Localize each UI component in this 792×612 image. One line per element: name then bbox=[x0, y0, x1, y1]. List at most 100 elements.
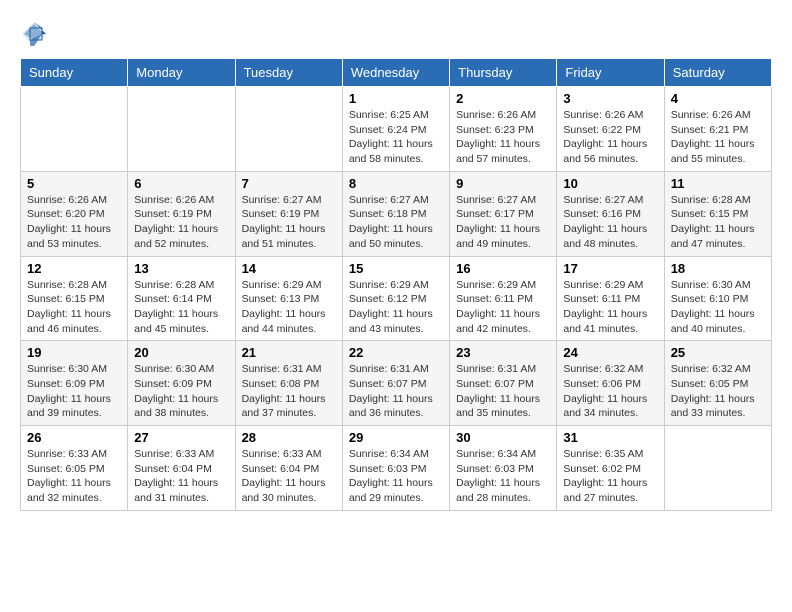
day-info: Sunrise: 6:28 AM Sunset: 6:14 PM Dayligh… bbox=[134, 278, 228, 337]
logo bbox=[20, 20, 52, 48]
day-info: Sunrise: 6:27 AM Sunset: 6:16 PM Dayligh… bbox=[563, 193, 657, 252]
calendar-cell: 1Sunrise: 6:25 AM Sunset: 6:24 PM Daylig… bbox=[342, 87, 449, 172]
calendar-header-row: SundayMondayTuesdayWednesdayThursdayFrid… bbox=[21, 59, 772, 87]
calendar-cell: 13 Sunrise: 6:28 AM Sunset: 6:14 PM Dayli… bbox=[128, 256, 235, 341]
day-number: 22 bbox=[349, 345, 443, 360]
day-number: 27 bbox=[134, 430, 228, 445]
calendar-cell: 5 Sunrise: 6:26 AM Sunset: 6:20 PM Daylig… bbox=[21, 171, 128, 256]
day-number: 26 bbox=[27, 430, 121, 445]
calendar-cell bbox=[235, 87, 342, 172]
day-info: Sunrise: 6:30 AM Sunset: 6:10 PM Dayligh… bbox=[671, 278, 765, 337]
day-info: Sunrise: 6:33 AM Sunset: 6:05 PM Dayligh… bbox=[27, 447, 121, 506]
day-info: Sunrise: 6:26 AM Sunset: 6:22 PM Dayligh… bbox=[563, 108, 657, 167]
calendar-cell: 12Sunrise: 6:28 AM Sunset: 6:15 PM Dayli… bbox=[21, 256, 128, 341]
calendar-cell: 27 Sunrise: 6:33 AM Sunset: 6:04 PM Dayli… bbox=[128, 426, 235, 511]
calendar-cell: 24 Sunrise: 6:32 AM Sunset: 6:06 PM Dayli… bbox=[557, 341, 664, 426]
day-number: 10 bbox=[563, 176, 657, 191]
calendar-cell: 15Sunrise: 6:29 AM Sunset: 6:12 PM Dayli… bbox=[342, 256, 449, 341]
day-number: 6 bbox=[134, 176, 228, 191]
calendar-cell bbox=[664, 426, 771, 511]
col-header-friday: Friday bbox=[557, 59, 664, 87]
day-info: Sunrise: 6:29 AM Sunset: 6:11 PM Dayligh… bbox=[563, 278, 657, 337]
day-info: Sunrise: 6:31 AM Sunset: 6:07 PM Dayligh… bbox=[456, 362, 550, 421]
calendar-week-5: 26 Sunrise: 6:33 AM Sunset: 6:05 PM Dayli… bbox=[21, 426, 772, 511]
day-number: 17 bbox=[563, 261, 657, 276]
col-header-monday: Monday bbox=[128, 59, 235, 87]
calendar-cell: 4 Sunrise: 6:26 AM Sunset: 6:21 PM Daylig… bbox=[664, 87, 771, 172]
day-number: 28 bbox=[242, 430, 336, 445]
day-number: 16 bbox=[456, 261, 550, 276]
day-number: 9 bbox=[456, 176, 550, 191]
day-info: Sunrise: 6:29 AM Sunset: 6:12 PM Dayligh… bbox=[349, 278, 443, 337]
day-info: Sunrise: 6:26 AM Sunset: 6:21 PM Dayligh… bbox=[671, 108, 765, 167]
calendar-cell: 29 Sunrise: 6:34 AM Sunset: 6:03 PM Dayli… bbox=[342, 426, 449, 511]
col-header-wednesday: Wednesday bbox=[342, 59, 449, 87]
calendar-cell: 22 Sunrise: 6:31 AM Sunset: 6:07 PM Dayli… bbox=[342, 341, 449, 426]
calendar-cell: 31Sunrise: 6:35 AM Sunset: 6:02 PM Dayli… bbox=[557, 426, 664, 511]
calendar-cell bbox=[128, 87, 235, 172]
day-number: 14 bbox=[242, 261, 336, 276]
day-number: 4 bbox=[671, 91, 765, 106]
day-number: 13 bbox=[134, 261, 228, 276]
day-number: 24 bbox=[563, 345, 657, 360]
calendar-cell: 16 Sunrise: 6:29 AM Sunset: 6:11 PM Dayli… bbox=[450, 256, 557, 341]
day-number: 30 bbox=[456, 430, 550, 445]
day-info: Sunrise: 6:29 AM Sunset: 6:13 PM Dayligh… bbox=[242, 278, 336, 337]
calendar-cell: 7 Sunrise: 6:27 AM Sunset: 6:19 PM Daylig… bbox=[235, 171, 342, 256]
day-number: 25 bbox=[671, 345, 765, 360]
calendar-cell: 2Sunrise: 6:26 AM Sunset: 6:23 PM Daylig… bbox=[450, 87, 557, 172]
calendar-cell: 23Sunrise: 6:31 AM Sunset: 6:07 PM Dayli… bbox=[450, 341, 557, 426]
calendar-cell: 19 Sunrise: 6:30 AM Sunset: 6:09 PM Dayli… bbox=[21, 341, 128, 426]
day-info: Sunrise: 6:35 AM Sunset: 6:02 PM Dayligh… bbox=[563, 447, 657, 506]
calendar-cell: 10 Sunrise: 6:27 AM Sunset: 6:16 PM Dayli… bbox=[557, 171, 664, 256]
day-info: Sunrise: 6:34 AM Sunset: 6:03 PM Dayligh… bbox=[456, 447, 550, 506]
calendar-cell: 9 Sunrise: 6:27 AM Sunset: 6:17 PM Daylig… bbox=[450, 171, 557, 256]
day-number: 1 bbox=[349, 91, 443, 106]
calendar-cell: 11 Sunrise: 6:28 AM Sunset: 6:15 PM Dayli… bbox=[664, 171, 771, 256]
calendar-cell: 6 Sunrise: 6:26 AM Sunset: 6:19 PM Daylig… bbox=[128, 171, 235, 256]
calendar-cell: 3Sunrise: 6:26 AM Sunset: 6:22 PM Daylig… bbox=[557, 87, 664, 172]
day-info: Sunrise: 6:27 AM Sunset: 6:19 PM Dayligh… bbox=[242, 193, 336, 252]
day-info: Sunrise: 6:28 AM Sunset: 6:15 PM Dayligh… bbox=[671, 193, 765, 252]
day-info: Sunrise: 6:30 AM Sunset: 6:09 PM Dayligh… bbox=[27, 362, 121, 421]
calendar-week-4: 19 Sunrise: 6:30 AM Sunset: 6:09 PM Dayli… bbox=[21, 341, 772, 426]
col-header-saturday: Saturday bbox=[664, 59, 771, 87]
col-header-sunday: Sunday bbox=[21, 59, 128, 87]
day-number: 19 bbox=[27, 345, 121, 360]
day-info: Sunrise: 6:33 AM Sunset: 6:04 PM Dayligh… bbox=[242, 447, 336, 506]
day-info: Sunrise: 6:26 AM Sunset: 6:19 PM Dayligh… bbox=[134, 193, 228, 252]
day-number: 11 bbox=[671, 176, 765, 191]
calendar-cell: 8 Sunrise: 6:27 AM Sunset: 6:18 PM Daylig… bbox=[342, 171, 449, 256]
calendar-cell: 21Sunrise: 6:31 AM Sunset: 6:08 PM Dayli… bbox=[235, 341, 342, 426]
day-info: Sunrise: 6:26 AM Sunset: 6:20 PM Dayligh… bbox=[27, 193, 121, 252]
calendar-cell: 25Sunrise: 6:32 AM Sunset: 6:05 PM Dayli… bbox=[664, 341, 771, 426]
calendar-cell: 14 Sunrise: 6:29 AM Sunset: 6:13 PM Dayli… bbox=[235, 256, 342, 341]
col-header-tuesday: Tuesday bbox=[235, 59, 342, 87]
day-info: Sunrise: 6:28 AM Sunset: 6:15 PM Dayligh… bbox=[27, 278, 121, 337]
day-number: 7 bbox=[242, 176, 336, 191]
calendar-cell: 28 Sunrise: 6:33 AM Sunset: 6:04 PM Dayli… bbox=[235, 426, 342, 511]
calendar-cell: 20 Sunrise: 6:30 AM Sunset: 6:09 PM Dayli… bbox=[128, 341, 235, 426]
day-number: 18 bbox=[671, 261, 765, 276]
calendar-cell: 30 Sunrise: 6:34 AM Sunset: 6:03 PM Dayli… bbox=[450, 426, 557, 511]
col-header-thursday: Thursday bbox=[450, 59, 557, 87]
day-info: Sunrise: 6:33 AM Sunset: 6:04 PM Dayligh… bbox=[134, 447, 228, 506]
day-info: Sunrise: 6:26 AM Sunset: 6:23 PM Dayligh… bbox=[456, 108, 550, 167]
calendar-cell: 17 Sunrise: 6:29 AM Sunset: 6:11 PM Dayli… bbox=[557, 256, 664, 341]
day-number: 8 bbox=[349, 176, 443, 191]
day-info: Sunrise: 6:32 AM Sunset: 6:06 PM Dayligh… bbox=[563, 362, 657, 421]
page-header bbox=[20, 20, 772, 48]
day-info: Sunrise: 6:31 AM Sunset: 6:07 PM Dayligh… bbox=[349, 362, 443, 421]
day-number: 29 bbox=[349, 430, 443, 445]
logo-icon bbox=[20, 20, 48, 48]
day-number: 20 bbox=[134, 345, 228, 360]
day-info: Sunrise: 6:29 AM Sunset: 6:11 PM Dayligh… bbox=[456, 278, 550, 337]
calendar-week-3: 12Sunrise: 6:28 AM Sunset: 6:15 PM Dayli… bbox=[21, 256, 772, 341]
day-info: Sunrise: 6:27 AM Sunset: 6:17 PM Dayligh… bbox=[456, 193, 550, 252]
day-info: Sunrise: 6:34 AM Sunset: 6:03 PM Dayligh… bbox=[349, 447, 443, 506]
day-info: Sunrise: 6:30 AM Sunset: 6:09 PM Dayligh… bbox=[134, 362, 228, 421]
calendar-cell: 18 Sunrise: 6:30 AM Sunset: 6:10 PM Dayli… bbox=[664, 256, 771, 341]
day-info: Sunrise: 6:31 AM Sunset: 6:08 PM Dayligh… bbox=[242, 362, 336, 421]
day-number: 5 bbox=[27, 176, 121, 191]
day-info: Sunrise: 6:27 AM Sunset: 6:18 PM Dayligh… bbox=[349, 193, 443, 252]
